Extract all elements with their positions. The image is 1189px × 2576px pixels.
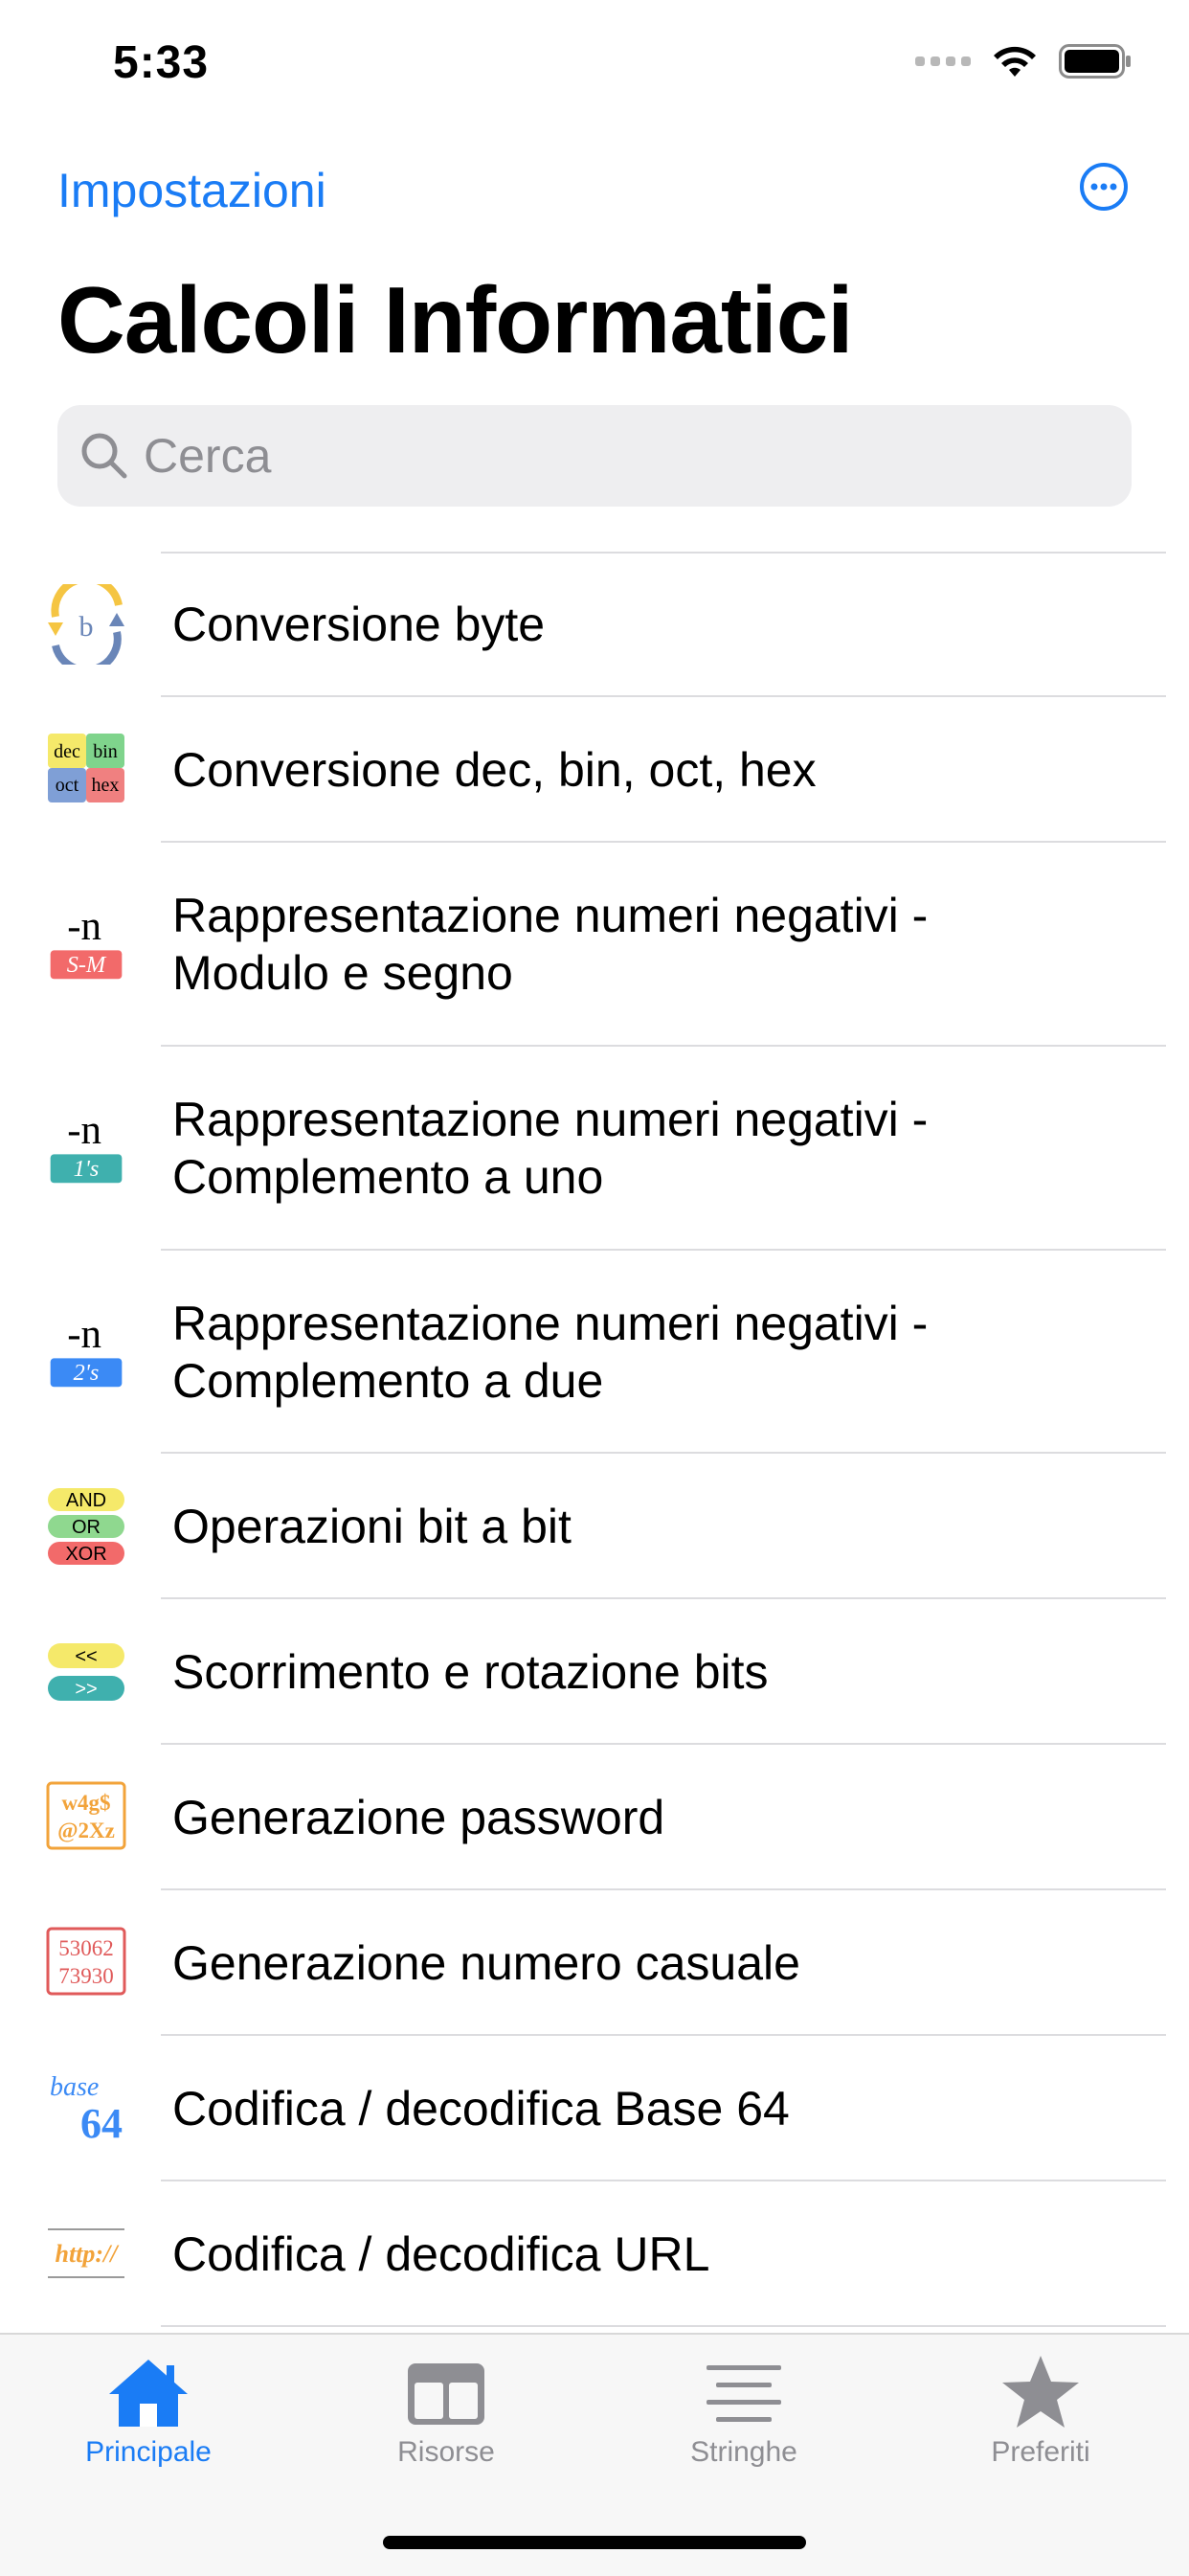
ellipsis-circle-icon [1080, 163, 1128, 211]
sign-magnitude-icon: -n S-M [50, 904, 123, 980]
cellular-signal-icon [915, 56, 971, 66]
svg-text:OR: OR [72, 1517, 101, 1538]
house-icon [109, 2360, 188, 2427]
list-item-password-generator[interactable]: w4g$ @2Xz Generazione password [0, 1745, 1189, 1890]
list-item-label: Codifica / decodifica URL [172, 2227, 710, 2281]
tab-label: Preferiti [991, 2436, 1090, 2468]
tab-label: Principale [85, 2436, 212, 2468]
list-item-label: Rappresentazione numeri negativi - Modul… [172, 889, 929, 1000]
svg-text:-n: -n [67, 1312, 101, 1357]
svg-text:hex: hex [92, 775, 120, 796]
svg-text:S-M: S-M [67, 952, 107, 978]
base64-icon: base 64 [50, 2072, 123, 2147]
bitwise-operations-icon: AND OR XOR [48, 1488, 124, 1565]
svg-text:64: 64 [80, 2100, 123, 2147]
status-icons [915, 44, 1132, 79]
tab-label: Stringhe [690, 2436, 797, 2468]
ones-complement-icon: -n 1's [50, 1108, 123, 1184]
list-item-label: Scorrimento e rotazione bits [172, 1645, 769, 1699]
svg-text:-n: -n [67, 1108, 101, 1153]
tab-preferiti[interactable]: Preferiti [892, 2354, 1189, 2497]
svg-text:AND: AND [66, 1490, 106, 1511]
svg-text:>>: >> [75, 1679, 97, 1700]
more-options-button[interactable] [1078, 161, 1130, 213]
wifi-icon [994, 46, 1036, 77]
resources-icon [408, 2363, 484, 2425]
list-item-byte-conversion[interactable]: b Conversione byte [0, 552, 1189, 697]
svg-text:53062: 53062 [58, 1936, 114, 1960]
settings-button[interactable]: Impostazioni [57, 163, 326, 218]
byte-conversion-icon: b [48, 584, 124, 665]
search-icon [81, 433, 127, 479]
svg-text:dec: dec [54, 741, 80, 762]
search-input[interactable] [144, 405, 1101, 507]
tab-risorse[interactable]: Risorse [298, 2354, 594, 2497]
status-bar: 5:33 [0, 0, 1189, 124]
navigation-bar: Impostazioni [0, 144, 1189, 239]
svg-text:bin: bin [93, 741, 118, 762]
tab-principale[interactable]: Principale [0, 2354, 297, 2497]
svg-text:1's: 1's [74, 1156, 100, 1182]
svg-text:XOR: XOR [65, 1544, 106, 1565]
svg-text:w4g$: w4g$ [61, 1791, 110, 1815]
list-item-label: Generazione password [172, 1791, 665, 1844]
svg-text:b: b [79, 611, 94, 643]
battery-icon [1059, 44, 1131, 79]
password-generator-icon: w4g$ @2Xz [46, 1781, 126, 1850]
svg-text:oct: oct [56, 775, 79, 796]
text-lines-icon [707, 2365, 781, 2422]
list-item-label: Conversione dec, bin, oct, hex [172, 743, 817, 797]
svg-text:base: base [50, 2072, 99, 2102]
list-item-bitwise-operations[interactable]: AND OR XOR Operazioni bit a bit [0, 1454, 1189, 1599]
list-item-label: Rappresentazione numeri negativi - Compl… [172, 1093, 929, 1204]
svg-text:<<: << [75, 1646, 97, 1667]
home-indicator[interactable] [383, 2536, 806, 2549]
list-item-label: Codifica / decodifica Base 64 [172, 2082, 790, 2135]
list-item-label: Conversione byte [172, 598, 546, 651]
list-divider [161, 2325, 1166, 2327]
svg-text:2's: 2's [74, 1360, 100, 1386]
twos-complement-icon: -n 2's [50, 1312, 123, 1388]
random-number-icon: 53062 73930 [46, 1927, 126, 1996]
list-item-twos-complement[interactable]: -n 2's Rappresentazione numeri negativi … [0, 1251, 1189, 1454]
list-item-bit-shift[interactable]: << >> Scorrimento e rotazione bits [0, 1599, 1189, 1745]
list-item-label: Generazione numero casuale [172, 1936, 800, 1990]
list-item-sign-magnitude[interactable]: -n S-M Rappresentazione numeri negativi … [0, 843, 1189, 1047]
star-icon [1002, 2356, 1079, 2428]
list-item-label: Rappresentazione numeri negativi - Compl… [172, 1297, 929, 1408]
status-time: 5:33 [113, 37, 210, 88]
list-item-base64[interactable]: base 64 Codifica / decodifica Base 64 [0, 2036, 1189, 2181]
tab-label: Risorse [397, 2436, 495, 2468]
list-item-label: Operazioni bit a bit [172, 1500, 572, 1553]
base-conversion-icon: dec bin oct hex [48, 734, 124, 802]
bit-shift-icon: << >> [48, 1643, 124, 1701]
list-item-url-encoding[interactable]: http:// Codifica / decodifica URL [0, 2181, 1189, 2327]
svg-text:73930: 73930 [58, 1964, 114, 1988]
svg-text:http://: http:// [55, 2240, 120, 2268]
url-encoding-icon: http:// [48, 2228, 124, 2278]
svg-text:-n: -n [67, 904, 101, 949]
tab-stringhe[interactable]: Stringhe [595, 2354, 892, 2497]
list-item-base-conversion[interactable]: dec bin oct hex Conversione dec, bin, oc… [0, 697, 1189, 843]
svg-text:@2Xz: @2Xz [57, 1819, 115, 1843]
page-title: Calcoli Informatici [57, 267, 854, 373]
search-bar[interactable] [57, 405, 1132, 507]
list-item-ones-complement[interactable]: -n 1's Rappresentazione numeri negativi … [0, 1047, 1189, 1251]
list-item-random-number[interactable]: 53062 73930 Generazione numero casuale [0, 1890, 1189, 2036]
